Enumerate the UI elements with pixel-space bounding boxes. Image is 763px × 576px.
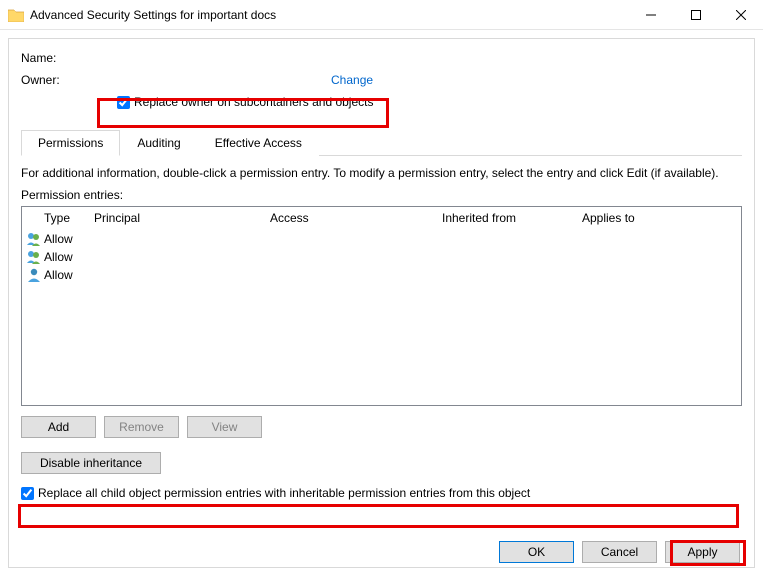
disable-inheritance-button[interactable]: Disable inheritance	[21, 452, 161, 474]
info-text: For additional information, double-click…	[21, 166, 742, 180]
entry-type: Allow	[44, 250, 94, 264]
replace-owner-checkbox[interactable]	[117, 96, 130, 109]
grid-header: Type Principal Access Inherited from App…	[22, 207, 741, 230]
tab-strip: Permissions Auditing Effective Access	[21, 129, 742, 156]
replace-owner-row: Replace owner on subcontainers and objec…	[117, 95, 742, 109]
entry-type: Allow	[44, 232, 94, 246]
footer-buttons: OK Cancel Apply	[499, 541, 740, 563]
replace-child-label: Replace all child object permission entr…	[38, 486, 530, 500]
replace-child-row: Replace all child object permission entr…	[21, 486, 742, 500]
owner-label: Owner:	[21, 73, 101, 87]
col-inherited[interactable]: Inherited from	[442, 211, 582, 225]
user-icon	[26, 267, 44, 283]
table-row[interactable]: Allow	[22, 266, 741, 284]
maximize-button[interactable]	[673, 0, 718, 30]
col-type[interactable]: Type	[44, 211, 94, 225]
tab-permissions[interactable]: Permissions	[21, 130, 120, 156]
entry-type: Allow	[44, 268, 94, 282]
minimize-button[interactable]	[628, 0, 673, 30]
replace-child-checkbox[interactable]	[21, 487, 34, 500]
permission-entries-grid[interactable]: Type Principal Access Inherited from App…	[21, 206, 742, 406]
table-row[interactable]: Allow	[22, 248, 741, 266]
titlebar: Advanced Security Settings for important…	[0, 0, 763, 30]
close-button[interactable]	[718, 0, 763, 30]
entries-label: Permission entries:	[21, 188, 742, 202]
cancel-button[interactable]: Cancel	[582, 541, 657, 563]
ok-button[interactable]: OK	[499, 541, 574, 563]
table-row[interactable]: Allow	[22, 230, 741, 248]
col-principal[interactable]: Principal	[94, 211, 270, 225]
group-icon	[26, 231, 44, 247]
group-icon	[26, 249, 44, 265]
dialog-body: Name: Owner: Change Replace owner on sub…	[8, 38, 755, 568]
tab-auditing[interactable]: Auditing	[120, 130, 197, 156]
name-row: Name:	[21, 51, 742, 65]
remove-button[interactable]: Remove	[104, 416, 179, 438]
folder-icon	[8, 8, 24, 22]
add-button[interactable]: Add	[21, 416, 96, 438]
name-label: Name:	[21, 51, 101, 65]
col-applies[interactable]: Applies to	[582, 211, 741, 225]
window-title: Advanced Security Settings for important…	[30, 8, 628, 22]
change-owner-link[interactable]: Change	[331, 73, 373, 87]
tab-effective-access[interactable]: Effective Access	[198, 130, 319, 156]
apply-button[interactable]: Apply	[665, 541, 740, 563]
col-access[interactable]: Access	[270, 211, 442, 225]
owner-row: Owner: Change	[21, 73, 742, 87]
replace-owner-label: Replace owner on subcontainers and objec…	[134, 95, 373, 109]
view-button[interactable]: View	[187, 416, 262, 438]
entry-buttons: Add Remove View	[21, 416, 742, 438]
